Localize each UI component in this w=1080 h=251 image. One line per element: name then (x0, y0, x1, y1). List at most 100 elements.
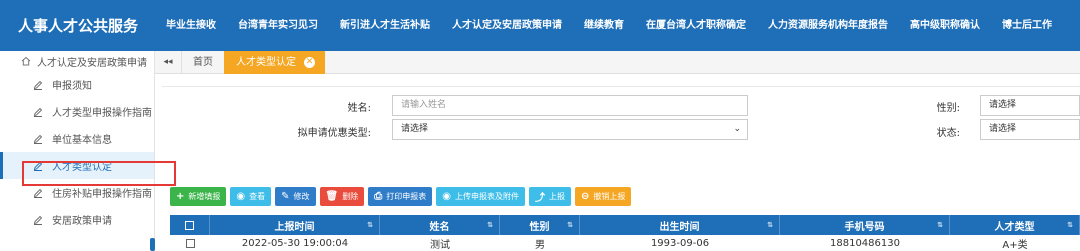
sidebar-item-talent-guide[interactable]: 人才类型申报操作指南 (0, 98, 154, 125)
sidebar-item-label: 安居政策申请 (52, 216, 112, 227)
revoke-button[interactable]: ⊖ 撤销上报 (574, 187, 632, 206)
status-label: 状态: (936, 128, 960, 139)
sort-icon: ⇅ (1067, 221, 1073, 229)
action-toolbar: + 新增填报 ◉ 查看 ✎ 修改 🗑 删除 ⎙ 打印申报表 ◉ 上传申报表及附件 ⤴ 上报 ⊖… (170, 187, 632, 206)
sort-icon: ⇅ (937, 221, 943, 229)
select-all-checkbox[interactable] (170, 215, 210, 235)
eye-icon: ◉ (236, 191, 246, 202)
cell-gender: 男 (535, 239, 545, 251)
view-button[interactable]: ◉ 查看 (230, 187, 272, 206)
column-label: 上报时间 (274, 221, 315, 233)
print-icon: ⎙ (374, 191, 383, 202)
sort-icon: ⇅ (767, 221, 773, 229)
topnav-hr-annual-report[interactable]: 人力资源服务机构年度报告 (757, 0, 899, 51)
edit-icon: ✎ (281, 191, 290, 202)
sidebar-item-housing-apply[interactable]: 安居政策申请 (0, 206, 154, 233)
status-select[interactable]: 请选择 (980, 119, 1080, 140)
topnav-continuing-education[interactable]: 继续教育 (573, 0, 635, 51)
search-form: 姓名: 请输入姓名 拟申请优惠类型: 请选择 ⌄ 性别: 请选择 状态: 请选择 (162, 86, 1080, 172)
view-button-label: 查看 (249, 192, 266, 201)
home-icon (21, 56, 31, 66)
sidebar-item-label: 申报须知 (52, 81, 92, 92)
highlight-annotation-box (22, 161, 176, 186)
policy-type-select[interactable]: 请选择 ⌄ (392, 119, 748, 140)
cell-birth-date: 1993-09-06 (650, 237, 710, 249)
sidebar-section-label: 人才认定及安居政策申请 (37, 57, 147, 69)
sort-icon: ⇅ (487, 221, 493, 229)
tab-scroll-left-icon[interactable]: ◂◂ (155, 57, 181, 67)
submit-button-label: 上报 (548, 192, 565, 201)
print-button[interactable]: ⎙ 打印申报表 (368, 187, 433, 206)
add-button[interactable]: + 新增填报 (170, 187, 227, 206)
checkbox-icon (185, 220, 194, 230)
chevron-down-icon: ⌄ (733, 124, 741, 134)
topnav-talent-recognition[interactable]: 人才认定及安居政策申请 (441, 0, 573, 51)
name-label: 姓名: (347, 103, 371, 114)
edit-icon (33, 107, 43, 117)
column-label: 姓名 (429, 221, 450, 233)
add-button-label: 新增填报 (188, 192, 221, 201)
delete-button-label: 删除 (342, 192, 359, 201)
app-title: 人事人才公共服务 (18, 17, 139, 35)
edit-button-label: 修改 (293, 192, 310, 201)
edit-icon (33, 80, 43, 90)
gender-select[interactable]: 请选择 (980, 95, 1080, 116)
top-menu: 毕业生接收 台湾青年实习见习 新引进人才生活补贴 人才认定及安居政策申请 继续教… (155, 0, 1063, 51)
checkbox-icon (185, 238, 195, 248)
table-header: 上报时间 ⇅ 姓名 ⇅ 性别 ⇅ 出生时间 ⇅ 手机号码 ⇅ 人才类型 ⇅ (170, 215, 1080, 235)
sort-icon: ⇅ (367, 221, 373, 229)
close-icon[interactable]: ✕ (304, 56, 315, 68)
upload-button-label: 上传申报表及附件 (454, 192, 519, 201)
column-header-talent-type[interactable]: 人才类型 ⇅ (950, 215, 1080, 235)
sort-icon: ⇅ (567, 221, 573, 229)
revoke-button-label: 撤销上报 (593, 192, 626, 201)
sidebar-section-header[interactable]: 人才认定及安居政策申请 (0, 51, 154, 71)
tab-talent-recognition[interactable]: 人才类型认定 ✕ (224, 50, 325, 74)
topnav-taiwan-title-confirm[interactable]: 在厦台湾人才职称确定 (635, 0, 757, 51)
table-row[interactable]: 2022-05-30 19:00:04 测试 男 1993-09-06 1881… (170, 235, 1080, 251)
column-header-gender[interactable]: 性别 ⇅ (500, 215, 580, 235)
gender-label: 性别: (936, 103, 960, 114)
name-input[interactable]: 请输入姓名 (392, 95, 748, 116)
edit-icon (33, 134, 43, 144)
column-header-submit-time[interactable]: 上报时间 ⇅ (210, 215, 380, 235)
column-header-phone[interactable]: 手机号码 ⇅ (780, 215, 950, 235)
column-label: 出生时间 (659, 221, 700, 233)
row-checkbox[interactable] (170, 235, 210, 251)
policy-type-value: 请选择 (401, 124, 429, 134)
topnav-new-talent-subsidy[interactable]: 新引进人才生活补贴 (329, 0, 441, 51)
trash-icon: 🗑 (325, 191, 339, 202)
column-header-name[interactable]: 姓名 ⇅ (380, 215, 500, 235)
topnav-taiwan-youth-internship[interactable]: 台湾青年实习见习 (227, 0, 329, 51)
policy-type-label: 拟申请优惠类型: (297, 128, 371, 139)
topnav-graduate-reception[interactable]: 毕业生接收 (155, 0, 227, 51)
column-label: 人才类型 (994, 221, 1035, 233)
column-label: 性别 (529, 221, 550, 233)
delete-button[interactable]: 🗑 删除 (319, 187, 365, 206)
sidebar-item-label: 人才类型申报操作指南 (52, 108, 152, 119)
column-header-birth-date[interactable]: 出生时间 ⇅ (580, 215, 780, 235)
submit-button[interactable]: ⤴ 上报 (528, 187, 571, 206)
sidebar: 人才认定及安居政策申请 申报须知 人才类型申报操作指南 单位基本信息 人才类型认… (0, 51, 155, 251)
cell-submit-time: 2022-05-30 19:00:04 (241, 237, 349, 249)
edit-icon (33, 215, 43, 225)
top-navigation-bar: 人事人才公共服务 毕业生接收 台湾青年实习见习 新引进人才生活补贴 人才认定及安… (0, 0, 1080, 51)
sidebar-item-unit-info[interactable]: 单位基本信息 (0, 125, 154, 152)
plus-icon: + (176, 191, 185, 202)
sidebar-item-label: 住房补贴申报操作指南 (52, 189, 152, 200)
tab-home[interactable]: 首页 (181, 50, 224, 74)
topnav-postdoc[interactable]: 博士后工作 (991, 0, 1063, 51)
edit-icon (33, 188, 43, 198)
sidebar-scrollbar[interactable] (150, 238, 155, 251)
tab-bar: ◂◂ 首页 人才类型认定 ✕ (155, 50, 1080, 74)
sidebar-item-label: 单位基本信息 (52, 135, 112, 146)
eye-icon: ◉ (442, 191, 451, 202)
sidebar-item-notice[interactable]: 申报须知 (0, 71, 154, 98)
cell-phone: 18810486130 (830, 237, 900, 249)
revoke-icon: ⊖ (580, 191, 590, 202)
edit-button[interactable]: ✎ 修改 (275, 187, 316, 206)
upload-button[interactable]: ◉ 上传申报表及附件 (436, 187, 525, 206)
topnav-title-confirmation[interactable]: 高中级职称确认 (899, 0, 991, 51)
cell-name: 测试 (430, 239, 450, 251)
cell-talent-type: A+类 (1002, 239, 1028, 251)
